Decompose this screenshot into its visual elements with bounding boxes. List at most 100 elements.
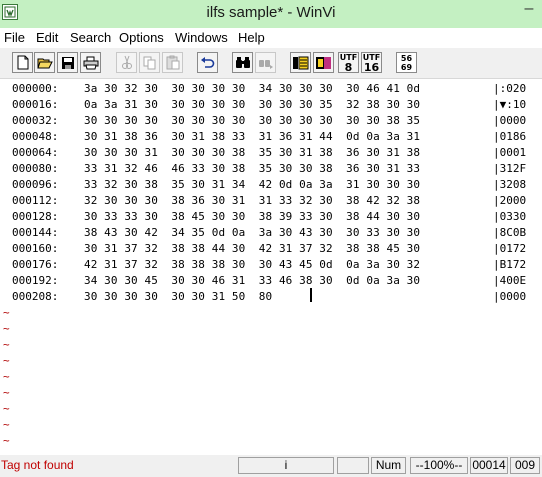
status-zoom[interactable]: --100%-- <box>410 457 468 474</box>
hex-ascii[interactable]: |0000 <box>493 114 526 127</box>
copy-button[interactable] <box>139 52 160 73</box>
hex-ascii[interactable]: |:020 <box>493 82 526 95</box>
utf8-label-bottom: 8 <box>344 60 353 74</box>
hex-ascii[interactable]: |0186 <box>493 130 526 143</box>
hex-ascii[interactable]: |0172 <box>493 242 526 255</box>
hex-row: 000128: 30 33 33 30 38 45 30 30 38 39 33… <box>0 210 526 226</box>
menu-file[interactable]: File <box>4 30 25 45</box>
text-cursor <box>310 288 312 302</box>
hex-ascii[interactable]: |B172 <box>493 258 526 271</box>
save-file-button[interactable] <box>57 52 78 73</box>
hex-row: 000176: 42 31 37 32 38 38 38 30 30 43 45… <box>0 258 526 274</box>
empty-line-marker: ~ <box>3 338 10 351</box>
hex-bytes[interactable]: 30 33 33 30 38 45 30 30 38 39 33 30 38 4… <box>84 210 420 223</box>
hex-bytes[interactable]: 30 30 30 31 30 30 30 38 35 30 31 38 36 3… <box>84 146 420 159</box>
undo-icon <box>201 56 215 68</box>
binoculars-next-icon <box>258 60 273 69</box>
dos-mode-button[interactable] <box>313 52 334 73</box>
utf16-button[interactable]: UTF 16 <box>361 52 382 73</box>
hex-bytes[interactable]: 30 30 30 30 30 30 30 30 30 30 30 30 30 3… <box>84 114 420 127</box>
toolbar: UTF 8 UTF 16 56 69 <box>0 48 542 79</box>
empty-line-marker: ~ <box>3 418 10 431</box>
save-icon <box>61 56 74 69</box>
menu-help[interactable]: Help <box>238 30 265 45</box>
hex-offset: 000192: <box>12 274 59 287</box>
hex-editor[interactable]: 000000: 3a 30 32 30 30 30 30 30 34 30 30… <box>0 79 542 453</box>
hex-offset: 000064: <box>12 146 59 159</box>
hex-ascii[interactable]: |8C0B <box>493 226 526 239</box>
hex-offset: 000208: <box>12 290 59 303</box>
status-mode: i <box>238 457 334 474</box>
hex-row: 000192: 34 30 30 45 30 30 46 31 33 46 38… <box>0 274 526 290</box>
hex-offset: 000032: <box>12 114 59 127</box>
empty-line-marker: ~ <box>3 370 10 383</box>
empty-line-marker: ~ <box>3 306 10 319</box>
new-file-button[interactable] <box>12 52 33 73</box>
binoculars-icon <box>235 57 250 68</box>
hex-offset: 000112: <box>12 194 59 207</box>
hex-bytes[interactable]: 30 31 37 32 38 38 44 30 42 31 37 32 38 3… <box>84 242 420 255</box>
copy-icon <box>143 56 155 69</box>
new-file-icon <box>17 55 28 70</box>
menu-search[interactable]: Search <box>70 30 111 45</box>
hex-ascii[interactable]: |0001 <box>493 146 526 159</box>
hex-offset: 000176: <box>12 258 59 271</box>
charset-button[interactable]: 56 69 <box>396 52 417 73</box>
title-bar: ilfs sample* - WinVi – <box>0 0 542 28</box>
hex-offset: 000000: <box>12 82 59 95</box>
hex-bytes[interactable]: 34 30 30 45 30 30 46 31 33 46 38 30 0d 0… <box>84 274 420 287</box>
hex-row: 000080: 33 31 32 46 46 33 30 38 35 30 30… <box>0 162 526 178</box>
menu-bar: File Edit Search Options Windows Help <box>0 28 542 48</box>
status-line: 00014 <box>470 457 508 474</box>
hex-ascii[interactable]: |312F <box>493 162 526 175</box>
utf16-label-bottom: 16 <box>363 60 380 74</box>
paste-button[interactable] <box>162 52 183 73</box>
hex-bytes[interactable]: 33 31 32 46 46 33 30 38 35 30 30 38 36 3… <box>84 162 420 175</box>
menu-windows[interactable]: Windows <box>175 30 228 45</box>
hex-offset: 000080: <box>12 162 59 175</box>
find-next-button[interactable] <box>255 52 276 73</box>
charset-label-top: 56 <box>400 53 413 63</box>
hex-bytes[interactable]: 42 31 37 32 38 38 38 30 30 43 45 0d 0a 3… <box>84 258 420 271</box>
hex-offset: 000144: <box>12 226 59 239</box>
hex-row: 000144: 38 43 30 42 34 35 0d 0a 3a 30 43… <box>0 226 526 242</box>
open-folder-icon <box>36 58 53 68</box>
undo-button[interactable] <box>197 52 218 73</box>
hex-bytes[interactable]: 33 32 30 38 35 30 31 34 42 0d 0a 3a 31 3… <box>84 178 420 191</box>
hex-row: 000112: 32 30 30 30 38 36 30 31 31 33 32… <box>0 194 526 210</box>
status-message: Tag not found <box>1 458 74 472</box>
utf8-button[interactable]: UTF 8 <box>338 52 359 73</box>
dos-mode-icon <box>316 57 331 69</box>
menu-edit[interactable]: Edit <box>36 30 58 45</box>
print-button[interactable] <box>80 52 101 73</box>
hex-ascii[interactable]: |▼:10 <box>493 98 526 111</box>
status-column: 009 <box>510 457 540 474</box>
hex-ascii[interactable]: |0000 <box>493 290 526 303</box>
hex-bytes[interactable]: 0a 3a 31 30 30 30 30 30 30 30 30 35 32 3… <box>84 98 420 111</box>
minimize-button[interactable]: – <box>516 0 542 22</box>
printer-icon <box>83 56 98 69</box>
hex-bytes[interactable]: 30 30 30 30 30 30 31 50 80 <box>84 290 272 303</box>
hex-bytes[interactable]: 38 43 30 42 34 35 0d 0a 3a 30 43 30 30 3… <box>84 226 420 239</box>
hex-row: 000096: 33 32 30 38 35 30 31 34 42 0d 0a… <box>0 178 526 194</box>
open-file-button[interactable] <box>34 52 55 73</box>
menu-options[interactable]: Options <box>119 30 164 45</box>
hex-row: 000016: 0a 3a 31 30 30 30 30 30 30 30 30… <box>0 98 526 114</box>
empty-line-marker: ~ <box>3 386 10 399</box>
hex-ascii[interactable]: |0330 <box>493 210 526 223</box>
hex-bytes[interactable]: 30 31 38 36 30 31 38 33 31 36 31 44 0d 0… <box>84 130 420 143</box>
hex-ascii[interactable]: |3208 <box>493 178 526 191</box>
cut-button[interactable] <box>116 52 137 73</box>
hex-mode-button[interactable] <box>290 52 311 73</box>
hex-row: 000208: 30 30 30 30 30 30 31 50 80 |0000 <box>0 290 526 306</box>
hex-bytes[interactable]: 32 30 30 30 38 36 30 31 31 33 32 30 38 4… <box>84 194 420 207</box>
scissors-icon <box>121 55 132 69</box>
hex-ascii[interactable]: |400E <box>493 274 526 287</box>
empty-line-marker: ~ <box>3 354 10 367</box>
hex-ascii[interactable]: |2000 <box>493 194 526 207</box>
hex-offset: 000048: <box>12 130 59 143</box>
paste-icon <box>166 55 179 70</box>
window-title: ilfs sample* - WinVi <box>206 4 336 21</box>
find-button[interactable] <box>232 52 253 73</box>
hex-bytes[interactable]: 3a 30 32 30 30 30 30 30 34 30 30 30 30 4… <box>84 82 420 95</box>
